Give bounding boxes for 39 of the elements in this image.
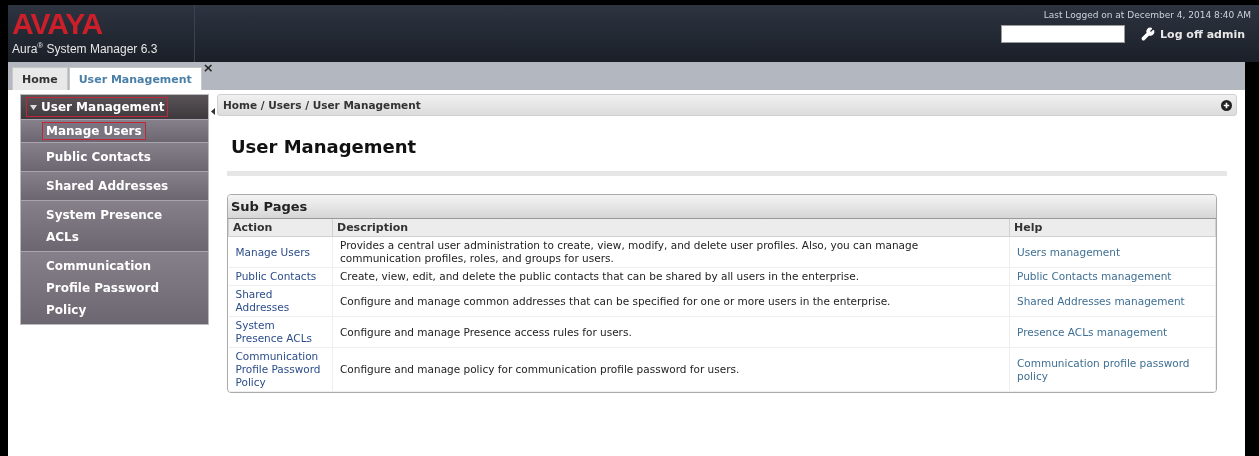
breadcrumb: Home / Users / User Management — [223, 99, 421, 111]
action-link[interactable]: Public Contacts — [235, 270, 325, 283]
collapse-icon[interactable] — [211, 108, 215, 115]
wrench-icon — [1141, 27, 1156, 41]
logo: AVAYA — [12, 9, 104, 39]
table-cell: Configure and manage Presence access rules for users. — [332, 316, 1010, 348]
sidebar-header[interactable]: User Management — [26, 97, 169, 117]
help-link[interactable]: Public Contacts management — [1017, 270, 1208, 283]
help-link[interactable]: Shared Addresses management — [1017, 294, 1208, 308]
plus-circle-icon[interactable] — [1221, 99, 1232, 111]
table-cell: Create, view, edit, and delete the public contacts that can be shared by all users in the enterprise. — [332, 267, 1010, 286]
logoff-link[interactable]: Log off admin — [1141, 27, 1251, 41]
help-link[interactable]: Presence ACLs management — [1017, 325, 1208, 339]
help-link[interactable]: Users management — [1017, 245, 1208, 259]
action-link[interactable]: Communication Profile Password Policy — [235, 350, 325, 389]
table-cell: Provides a central user administration to create, view, modify, and delete user profiles. Also, you can manage communication profiles, roles, and groups for users. — [332, 236, 1010, 268]
sidebar-item[interactable]: Public Contacts — [21, 142, 208, 171]
column-header: Action — [228, 219, 333, 237]
search-field[interactable] — [1001, 25, 1126, 43]
action-link[interactable]: Shared Addresses — [235, 288, 325, 314]
tab[interactable]: User Management — [68, 67, 202, 90]
last-logged-text: Last Logged on at December 4, 2014 8:40 AM — [1043, 10, 1251, 20]
help-link[interactable]: Communication profile password policy — [1017, 356, 1208, 383]
sidebar-item[interactable]: Manage Users — [21, 119, 208, 142]
sidebar-item[interactable]: System Presence ACLs — [21, 200, 208, 251]
action-link[interactable]: System Presence ACLs — [235, 319, 325, 345]
expand-icon — [30, 103, 37, 111]
sidebar-item[interactable]: Communication Profile Password Policy — [21, 251, 208, 324]
column-header: Help — [1009, 219, 1216, 237]
table-cell: Configure and manage policy for communication profile password for users. — [332, 347, 1010, 392]
tab[interactable]: Home — [12, 67, 68, 90]
sidebar-item[interactable]: Shared Addresses — [21, 171, 208, 200]
table-cell: Configure and manage common addresses that can be specified for one or more users in the enterprise. — [332, 285, 1010, 317]
page-title: User Management — [231, 136, 418, 157]
product-name: Aura$^{®}$ System Manager 6.3 — [12, 41, 159, 56]
close-tab-button[interactable]: × — [202, 60, 214, 75]
column-header: Description — [332, 219, 1010, 237]
action-link[interactable]: Manage Users — [235, 245, 325, 259]
panel-title: Sub Pages — [228, 195, 1216, 219]
